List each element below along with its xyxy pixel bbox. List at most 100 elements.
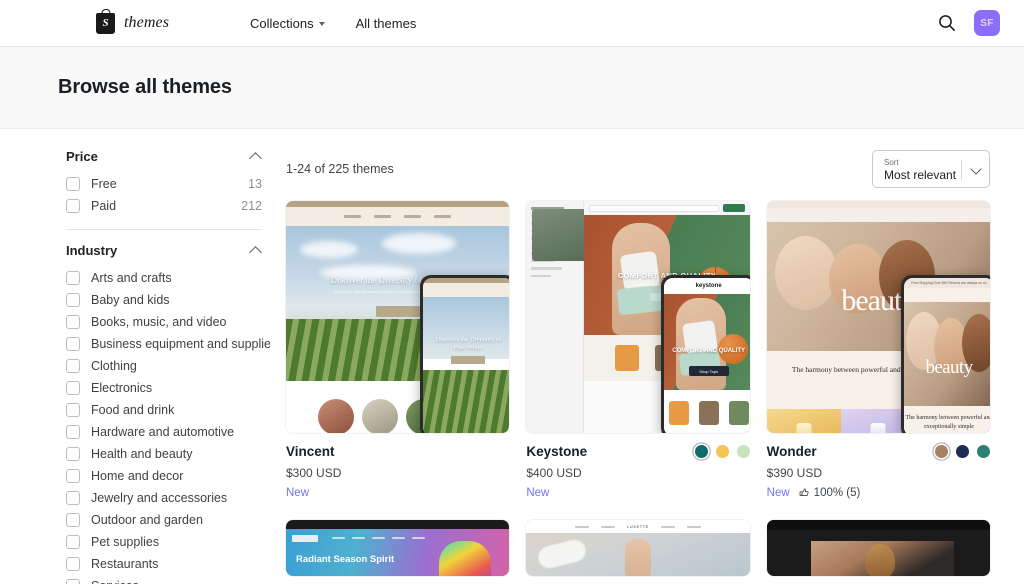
theme-card-row2-2[interactable]: LUXETTE xyxy=(526,520,750,576)
filter-option-outdoor-and-garden[interactable]: Outdoor and garden xyxy=(66,509,262,531)
thumbs-up-icon xyxy=(799,488,809,496)
preview-subtext-mobile: The harmony between powerful and excepti… xyxy=(903,406,990,433)
filter-option-clothing[interactable]: Clothing xyxy=(66,355,262,377)
filter-option-paid[interactable]: Paid 212 xyxy=(66,195,262,217)
preview-headline-mobile: beauty xyxy=(925,357,973,378)
theme-preview-keystone[interactable]: COMFORT AND QUALITY Breathable, lightwei… xyxy=(526,201,750,433)
checkbox-books-music-and-video[interactable] xyxy=(66,315,80,329)
filter-option-label: Food and drink xyxy=(91,403,175,417)
filter-group-industry-title: Industry xyxy=(66,243,118,258)
preview-artwork: Radiant Season Spirit xyxy=(286,520,510,576)
theme-price-wonder: $390 USD xyxy=(766,466,823,480)
main-layout: Price Free 13 Paid 212 Industry Arts and… xyxy=(0,129,1024,584)
search-icon[interactable] xyxy=(937,13,957,33)
filter-option-paid-count: 212 xyxy=(241,199,262,213)
sidebar-divider xyxy=(66,229,262,230)
theme-grid: Discover the Diversity of Fine Wines Exp… xyxy=(286,201,990,576)
theme-preview-row2-2[interactable]: LUXETTE xyxy=(526,520,750,576)
chevron-up-icon xyxy=(249,151,262,165)
color-swatch[interactable] xyxy=(694,445,708,458)
filter-option-label: Outdoor and garden xyxy=(91,513,203,527)
filter-option-electronics[interactable]: Electronics xyxy=(66,377,262,399)
filter-option-label: Business equipment and supplies xyxy=(91,337,270,351)
filter-option-business-equipment-and-supplies[interactable]: Business equipment and supplies xyxy=(66,333,270,355)
checkbox-baby-and-kids[interactable] xyxy=(66,293,80,307)
filter-option-label: Services xyxy=(91,579,139,584)
theme-meta-vincent: Vincent $300 USD New xyxy=(286,433,509,500)
checkbox-electronics[interactable] xyxy=(66,381,80,395)
theme-name-wonder: Wonder xyxy=(766,444,817,459)
filter-option-jewelry-and-accessories[interactable]: Jewelry and accessories xyxy=(66,487,262,509)
theme-price-vincent: $300 USD xyxy=(286,466,342,480)
color-swatch[interactable] xyxy=(934,445,948,458)
color-swatch[interactable] xyxy=(976,445,990,458)
checkbox-free[interactable] xyxy=(66,177,80,191)
filter-option-free-count: 13 xyxy=(248,177,262,191)
filter-option-pet-supplies[interactable]: Pet supplies xyxy=(66,531,262,553)
preview-artwork: COMFORT AND QUALITY Breathable, lightwei… xyxy=(526,201,750,433)
filter-option-baby-and-kids[interactable]: Baby and kids xyxy=(66,289,262,311)
checkbox-jewelry-and-accessories[interactable] xyxy=(66,491,80,505)
checkbox-pet-supplies[interactable] xyxy=(66,535,80,549)
theme-badge-new-keystone[interactable]: New xyxy=(526,487,549,499)
checkbox-clothing[interactable] xyxy=(66,359,80,373)
preview-headline-row2-1: Radiant Season Spirit xyxy=(296,554,395,565)
filter-option-label: Electronics xyxy=(91,381,153,395)
theme-badge-new-wonder[interactable]: New xyxy=(767,487,790,499)
page-header-band: Browse all themes xyxy=(0,47,1024,129)
filter-option-free[interactable]: Free 13 xyxy=(66,173,262,195)
theme-card-wonder[interactable]: beauty The harmony between powerful and … xyxy=(766,201,990,500)
preview-mobile-frame: Discover the Diversity of Fine Wines xyxy=(420,275,510,433)
nav-item-all-themes-label: All themes xyxy=(355,15,417,31)
preview-mobile-frame: Free Shipping Over $50 Returns are alway… xyxy=(900,275,990,433)
page-title: Browse all themes xyxy=(58,76,232,98)
theme-preview-row2-3[interactable] xyxy=(766,520,990,576)
checkbox-paid[interactable] xyxy=(66,199,80,213)
theme-rating-value: 100% (5) xyxy=(813,486,861,499)
sort-select[interactable]: Sort Most relevant xyxy=(872,150,990,188)
color-swatch[interactable] xyxy=(715,445,729,458)
checkbox-food-and-drink[interactable] xyxy=(66,403,80,417)
filter-option-restaurants[interactable]: Restaurants xyxy=(66,553,262,575)
theme-meta-keystone: Keystone $400 USD New xyxy=(526,433,750,500)
theme-preview-row2-1[interactable]: Radiant Season Spirit xyxy=(286,520,510,576)
checkbox-business-equipment-and-supplies[interactable] xyxy=(66,337,80,351)
filter-group-price-header[interactable]: Price xyxy=(66,149,262,173)
filter-option-label: Arts and crafts xyxy=(91,271,172,285)
preview-button-keystone: Shop Tops xyxy=(688,366,729,376)
filter-option-books-music-and-video[interactable]: Books, music, and video xyxy=(66,311,262,333)
filter-option-services[interactable]: Services xyxy=(66,575,262,584)
theme-card-row2-1[interactable]: Radiant Season Spirit xyxy=(286,520,510,576)
checkbox-hardware-and-automotive[interactable] xyxy=(66,425,80,439)
filter-option-hardware-and-automotive[interactable]: Hardware and automotive xyxy=(66,421,262,443)
filter-option-food-and-drink[interactable]: Food and drink xyxy=(66,399,262,421)
nav-item-collections[interactable]: Collections xyxy=(250,16,325,31)
filter-option-health-and-beauty[interactable]: Health and beauty xyxy=(66,443,262,465)
color-swatch[interactable] xyxy=(736,445,750,458)
shopify-bag-icon: S xyxy=(96,12,115,34)
theme-card-vincent[interactable]: Discover the Diversity of Fine Wines Exp… xyxy=(286,201,510,500)
filter-group-industry-header[interactable]: Industry xyxy=(66,243,262,267)
theme-badge-new-vincent[interactable]: New xyxy=(286,487,309,499)
theme-preview-vincent[interactable]: Discover the Diversity of Fine Wines Exp… xyxy=(286,201,510,433)
theme-card-keystone[interactable]: COMFORT AND QUALITY Breathable, lightwei… xyxy=(526,201,750,500)
filter-option-free-label: Free xyxy=(91,177,117,191)
avatar[interactable]: SF xyxy=(974,10,1000,36)
checkbox-arts-and-crafts[interactable] xyxy=(66,271,80,285)
theme-card-row2-3[interactable] xyxy=(766,520,990,576)
checkbox-outdoor-and-garden[interactable] xyxy=(66,513,80,527)
nav-item-all-themes[interactable]: All themes xyxy=(356,16,417,31)
filter-option-home-and-decor[interactable]: Home and decor xyxy=(66,465,262,487)
preview-artwork: LUXETTE xyxy=(526,520,750,576)
checkbox-services[interactable] xyxy=(66,579,80,584)
filter-option-arts-and-crafts[interactable]: Arts and crafts xyxy=(66,267,262,289)
sort-select-value: Most relevant xyxy=(884,167,957,182)
checkbox-home-and-decor[interactable] xyxy=(66,469,80,483)
preview-banner-wonder: Free Shipping Over $50 Returns are alway… xyxy=(903,278,990,288)
checkbox-health-and-beauty[interactable] xyxy=(66,447,80,461)
checkbox-restaurants[interactable] xyxy=(66,557,80,571)
brand-logo[interactable]: S themes xyxy=(96,12,169,34)
filter-option-label: Baby and kids xyxy=(91,293,170,307)
color-swatch[interactable] xyxy=(955,445,969,458)
theme-preview-wonder[interactable]: beauty The harmony between powerful and … xyxy=(766,201,990,433)
